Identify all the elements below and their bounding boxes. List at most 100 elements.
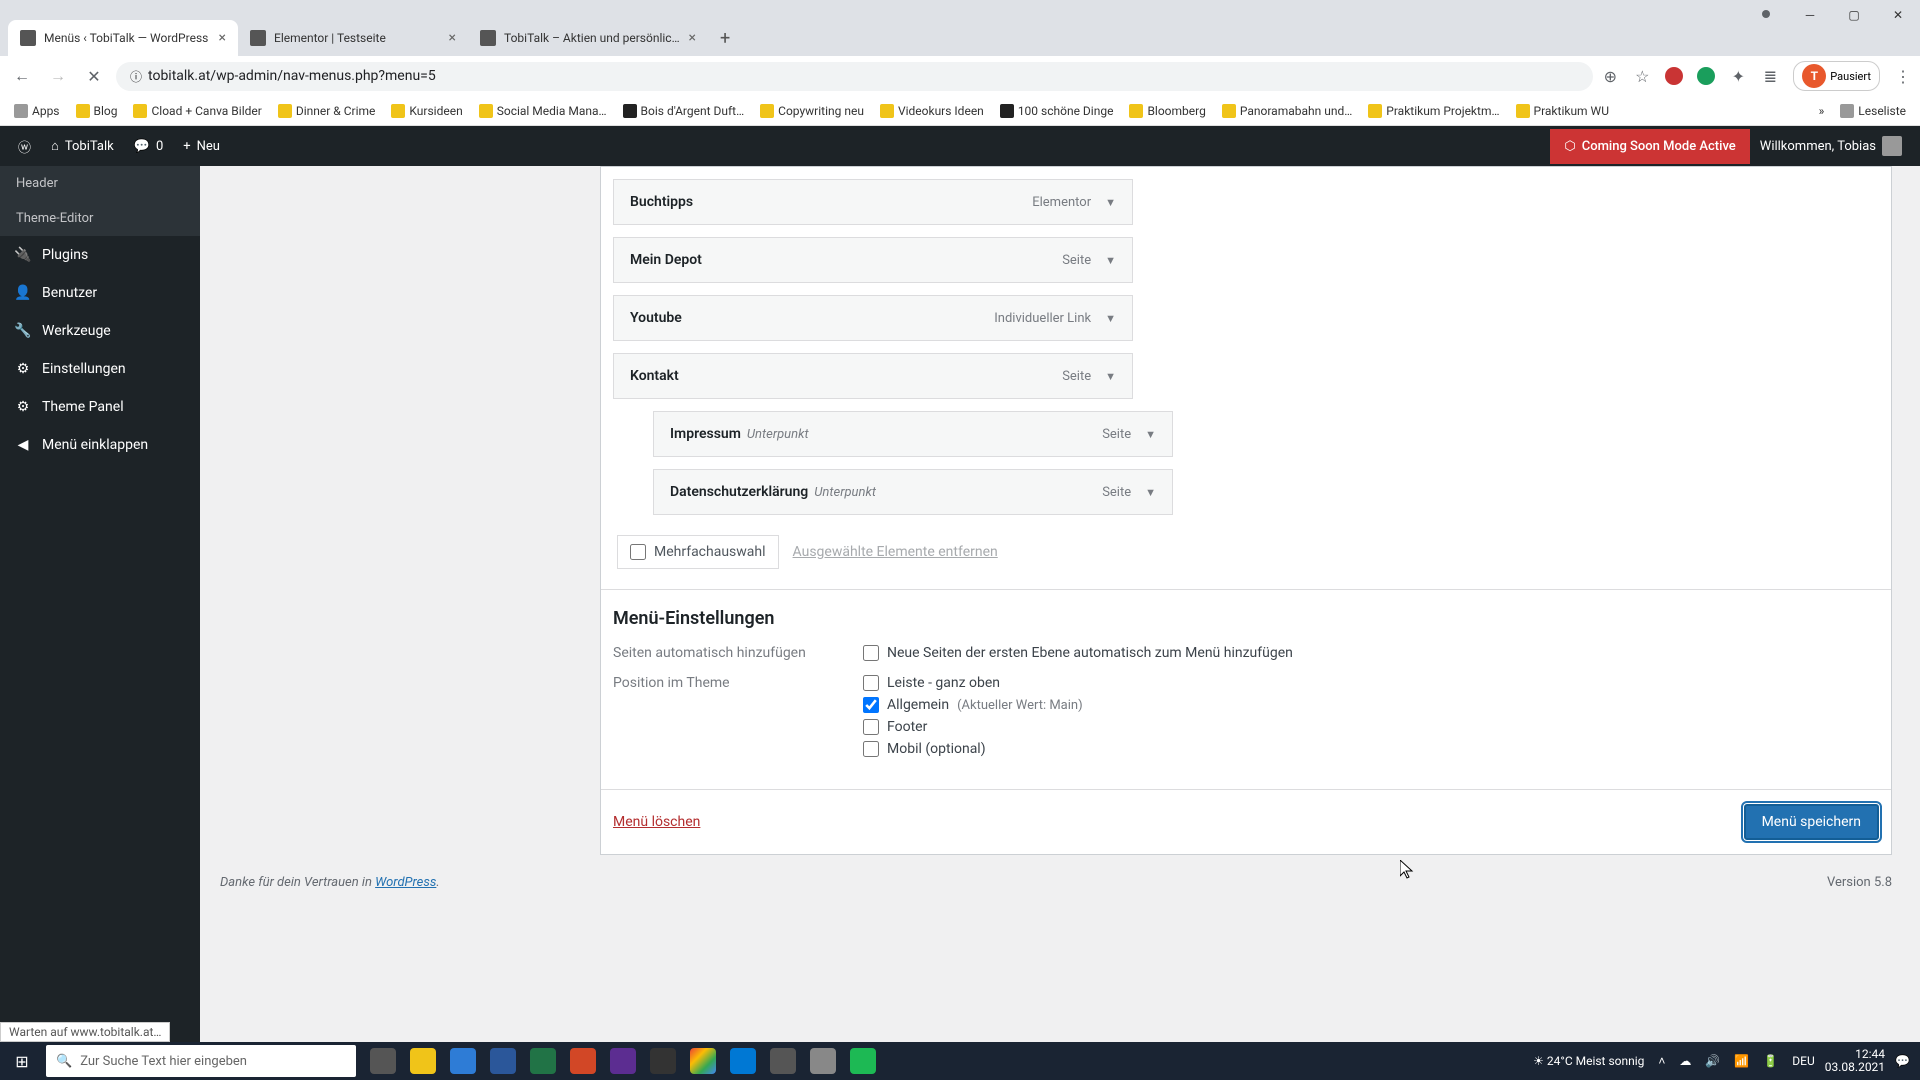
language-indicator[interactable]: DEU [1788, 1054, 1818, 1068]
task-view-button[interactable] [364, 1042, 402, 1080]
sidebar-collapse[interactable]: ◀Menü einklappen [0, 426, 200, 464]
reload-button[interactable]: ✕ [80, 62, 108, 90]
taskbar-app-chrome[interactable] [684, 1042, 722, 1080]
taskbar-app[interactable] [644, 1042, 682, 1080]
extension-icon[interactable] [1697, 67, 1715, 85]
bulk-select-checkbox[interactable]: Mehrfachauswahl [617, 535, 779, 569]
sidebar-item-theme-editor[interactable]: Theme-Editor [0, 201, 200, 236]
battery-icon[interactable]: 🔋 [1759, 1054, 1782, 1068]
bookmark-item[interactable]: Social Media Mana… [473, 100, 613, 122]
extension-icon[interactable] [1665, 67, 1683, 85]
taskbar-clock[interactable]: 12:44 03.08.2021 [1825, 1048, 1885, 1074]
position-checkbox-top[interactable]: Leiste - ganz oben [863, 675, 1879, 691]
bulk-remove-link[interactable]: Ausgewählte Elemente entfernen [793, 544, 998, 560]
close-icon[interactable]: × [219, 30, 226, 46]
bookmark-item[interactable]: 100 schöne Dinge [994, 100, 1120, 122]
chevron-down-icon[interactable]: ▼ [1105, 370, 1116, 383]
sidebar-item-settings[interactable]: ⚙Einstellungen [0, 350, 200, 388]
chevron-down-icon[interactable]: ▼ [1105, 254, 1116, 267]
delete-menu-link[interactable]: Menü löschen [613, 814, 700, 830]
new-content-link[interactable]: +Neu [173, 139, 230, 154]
save-menu-button[interactable]: Menü speichern [1744, 804, 1879, 840]
start-button[interactable]: ⊞ [0, 1042, 44, 1080]
chevron-down-icon[interactable]: ▼ [1145, 486, 1156, 499]
forward-button[interactable]: → [44, 62, 72, 90]
footer-wordpress-link[interactable]: WordPress [375, 875, 436, 890]
taskbar-app[interactable] [724, 1042, 762, 1080]
profile-chip[interactable]: T Pausiert [1793, 61, 1880, 91]
sidebar-item-users[interactable]: 👤Benutzer [0, 274, 200, 312]
taskbar-app[interactable] [804, 1042, 842, 1080]
bookmark-item[interactable]: Praktikum WU [1510, 100, 1615, 122]
taskbar-app[interactable] [604, 1042, 642, 1080]
bookmark-item[interactable]: Dinner & Crime [272, 100, 382, 122]
maximize-button[interactable]: ▢ [1832, 0, 1876, 30]
checkbox-input[interactable] [863, 645, 879, 661]
taskbar-search[interactable]: 🔍 Zur Suche Text hier eingeben [46, 1045, 356, 1077]
weather-widget[interactable]: ☀ 24°C Meist sonnig [1529, 1054, 1648, 1068]
bookmark-item[interactable]: Copywriting neu [754, 100, 870, 122]
menu-item-sub[interactable]: ImpressumUnterpunkt Seite▼ [653, 411, 1173, 457]
menu-icon[interactable]: ⋮ [1894, 67, 1912, 85]
taskbar-app[interactable] [844, 1042, 882, 1080]
auto-add-checkbox[interactable]: Neue Seiten der ersten Ebene automatisch… [863, 645, 1879, 661]
checkbox-input[interactable] [863, 697, 879, 713]
bookmark-apps[interactable]: Apps [8, 100, 66, 122]
wifi-icon[interactable]: 📶 [1730, 1054, 1753, 1068]
checkbox-input[interactable] [863, 719, 879, 735]
taskbar-app[interactable] [404, 1042, 442, 1080]
coming-soon-badge[interactable]: ⬡Coming Soon Mode Active [1550, 129, 1749, 164]
checkbox-input[interactable] [863, 675, 879, 691]
menu-item-sub[interactable]: DatenschutzerklärungUnterpunkt Seite▼ [653, 469, 1173, 515]
chevron-down-icon[interactable]: ▼ [1145, 428, 1156, 441]
extension-icon[interactable]: ≣ [1761, 67, 1779, 85]
close-icon[interactable]: × [449, 30, 456, 46]
bookmark-item[interactable]: Panoramabahn und… [1216, 100, 1358, 122]
menu-item[interactable]: Buchtipps Elementor▼ [613, 179, 1133, 225]
close-button[interactable]: ✕ [1876, 0, 1920, 30]
browser-tab[interactable]: TobiTalk – Aktien und persönlich… × [468, 20, 708, 56]
bookmark-item[interactable]: Blog [70, 100, 124, 122]
menu-item[interactable]: Youtube Individueller Link▼ [613, 295, 1133, 341]
browser-tab[interactable]: Elementor | Testseite × [238, 20, 468, 56]
browser-tab-active[interactable]: Menüs ‹ TobiTalk — WordPress × [8, 20, 238, 56]
comments-link[interactable]: 💬0 [124, 139, 174, 154]
sidebar-item-header[interactable]: Header [0, 166, 200, 201]
position-checkbox-general[interactable]: Allgemein (Aktueller Wert: Main) [863, 697, 1879, 713]
taskbar-app[interactable] [444, 1042, 482, 1080]
wp-logo-menu[interactable]: ⓦ [8, 137, 41, 156]
bookmark-item[interactable]: Videokurs Ideen [874, 100, 990, 122]
sidebar-item-tools[interactable]: 🔧Werkzeuge [0, 312, 200, 350]
sidebar-item-plugins[interactable]: 🔌Plugins [0, 236, 200, 274]
url-input[interactable]: ⓘ tobitalk.at/wp-admin/nav-menus.php?men… [116, 62, 1593, 91]
notifications-icon[interactable]: 💬 [1891, 1054, 1914, 1068]
minimize-button[interactable]: ─ [1788, 0, 1832, 30]
bookmark-item[interactable]: Bloomberg [1123, 100, 1211, 122]
taskbar-app[interactable] [524, 1042, 562, 1080]
bookmark-item[interactable]: Praktikum Projektm… [1362, 100, 1505, 122]
back-button[interactable]: ← [8, 62, 36, 90]
position-checkbox-mobile[interactable]: Mobil (optional) [863, 741, 1879, 757]
reading-list[interactable]: Leseliste [1834, 100, 1912, 122]
new-tab-button[interactable]: + [708, 28, 742, 49]
bookmark-item[interactable]: Bois d'Argent Duft… [617, 100, 751, 122]
bookmarks-overflow[interactable]: » [1813, 100, 1831, 122]
menu-item[interactable]: Kontakt Seite▼ [613, 353, 1133, 399]
close-icon[interactable]: × [689, 30, 696, 46]
extensions-icon[interactable]: ✦ [1729, 67, 1747, 85]
account-icon[interactable] [1762, 10, 1770, 18]
sidebar-item-theme-panel[interactable]: ⚙Theme Panel [0, 388, 200, 426]
bookmark-item[interactable]: Kursideen [385, 100, 468, 122]
onedrive-icon[interactable]: ☁ [1675, 1054, 1695, 1068]
taskbar-app[interactable] [764, 1042, 802, 1080]
taskbar-app[interactable] [564, 1042, 602, 1080]
checkbox-input[interactable] [630, 544, 646, 560]
position-checkbox-footer[interactable]: Footer [863, 719, 1879, 735]
star-icon[interactable]: ☆ [1633, 67, 1651, 85]
tray-overflow-icon[interactable]: ˄ [1654, 1054, 1669, 1068]
chevron-down-icon[interactable]: ▼ [1105, 196, 1116, 209]
search-icon[interactable]: ⊕ [1601, 67, 1619, 85]
site-title-link[interactable]: ⌂TobiTalk [41, 138, 124, 154]
volume-icon[interactable]: 🔊 [1701, 1054, 1724, 1068]
taskbar-app[interactable] [484, 1042, 522, 1080]
